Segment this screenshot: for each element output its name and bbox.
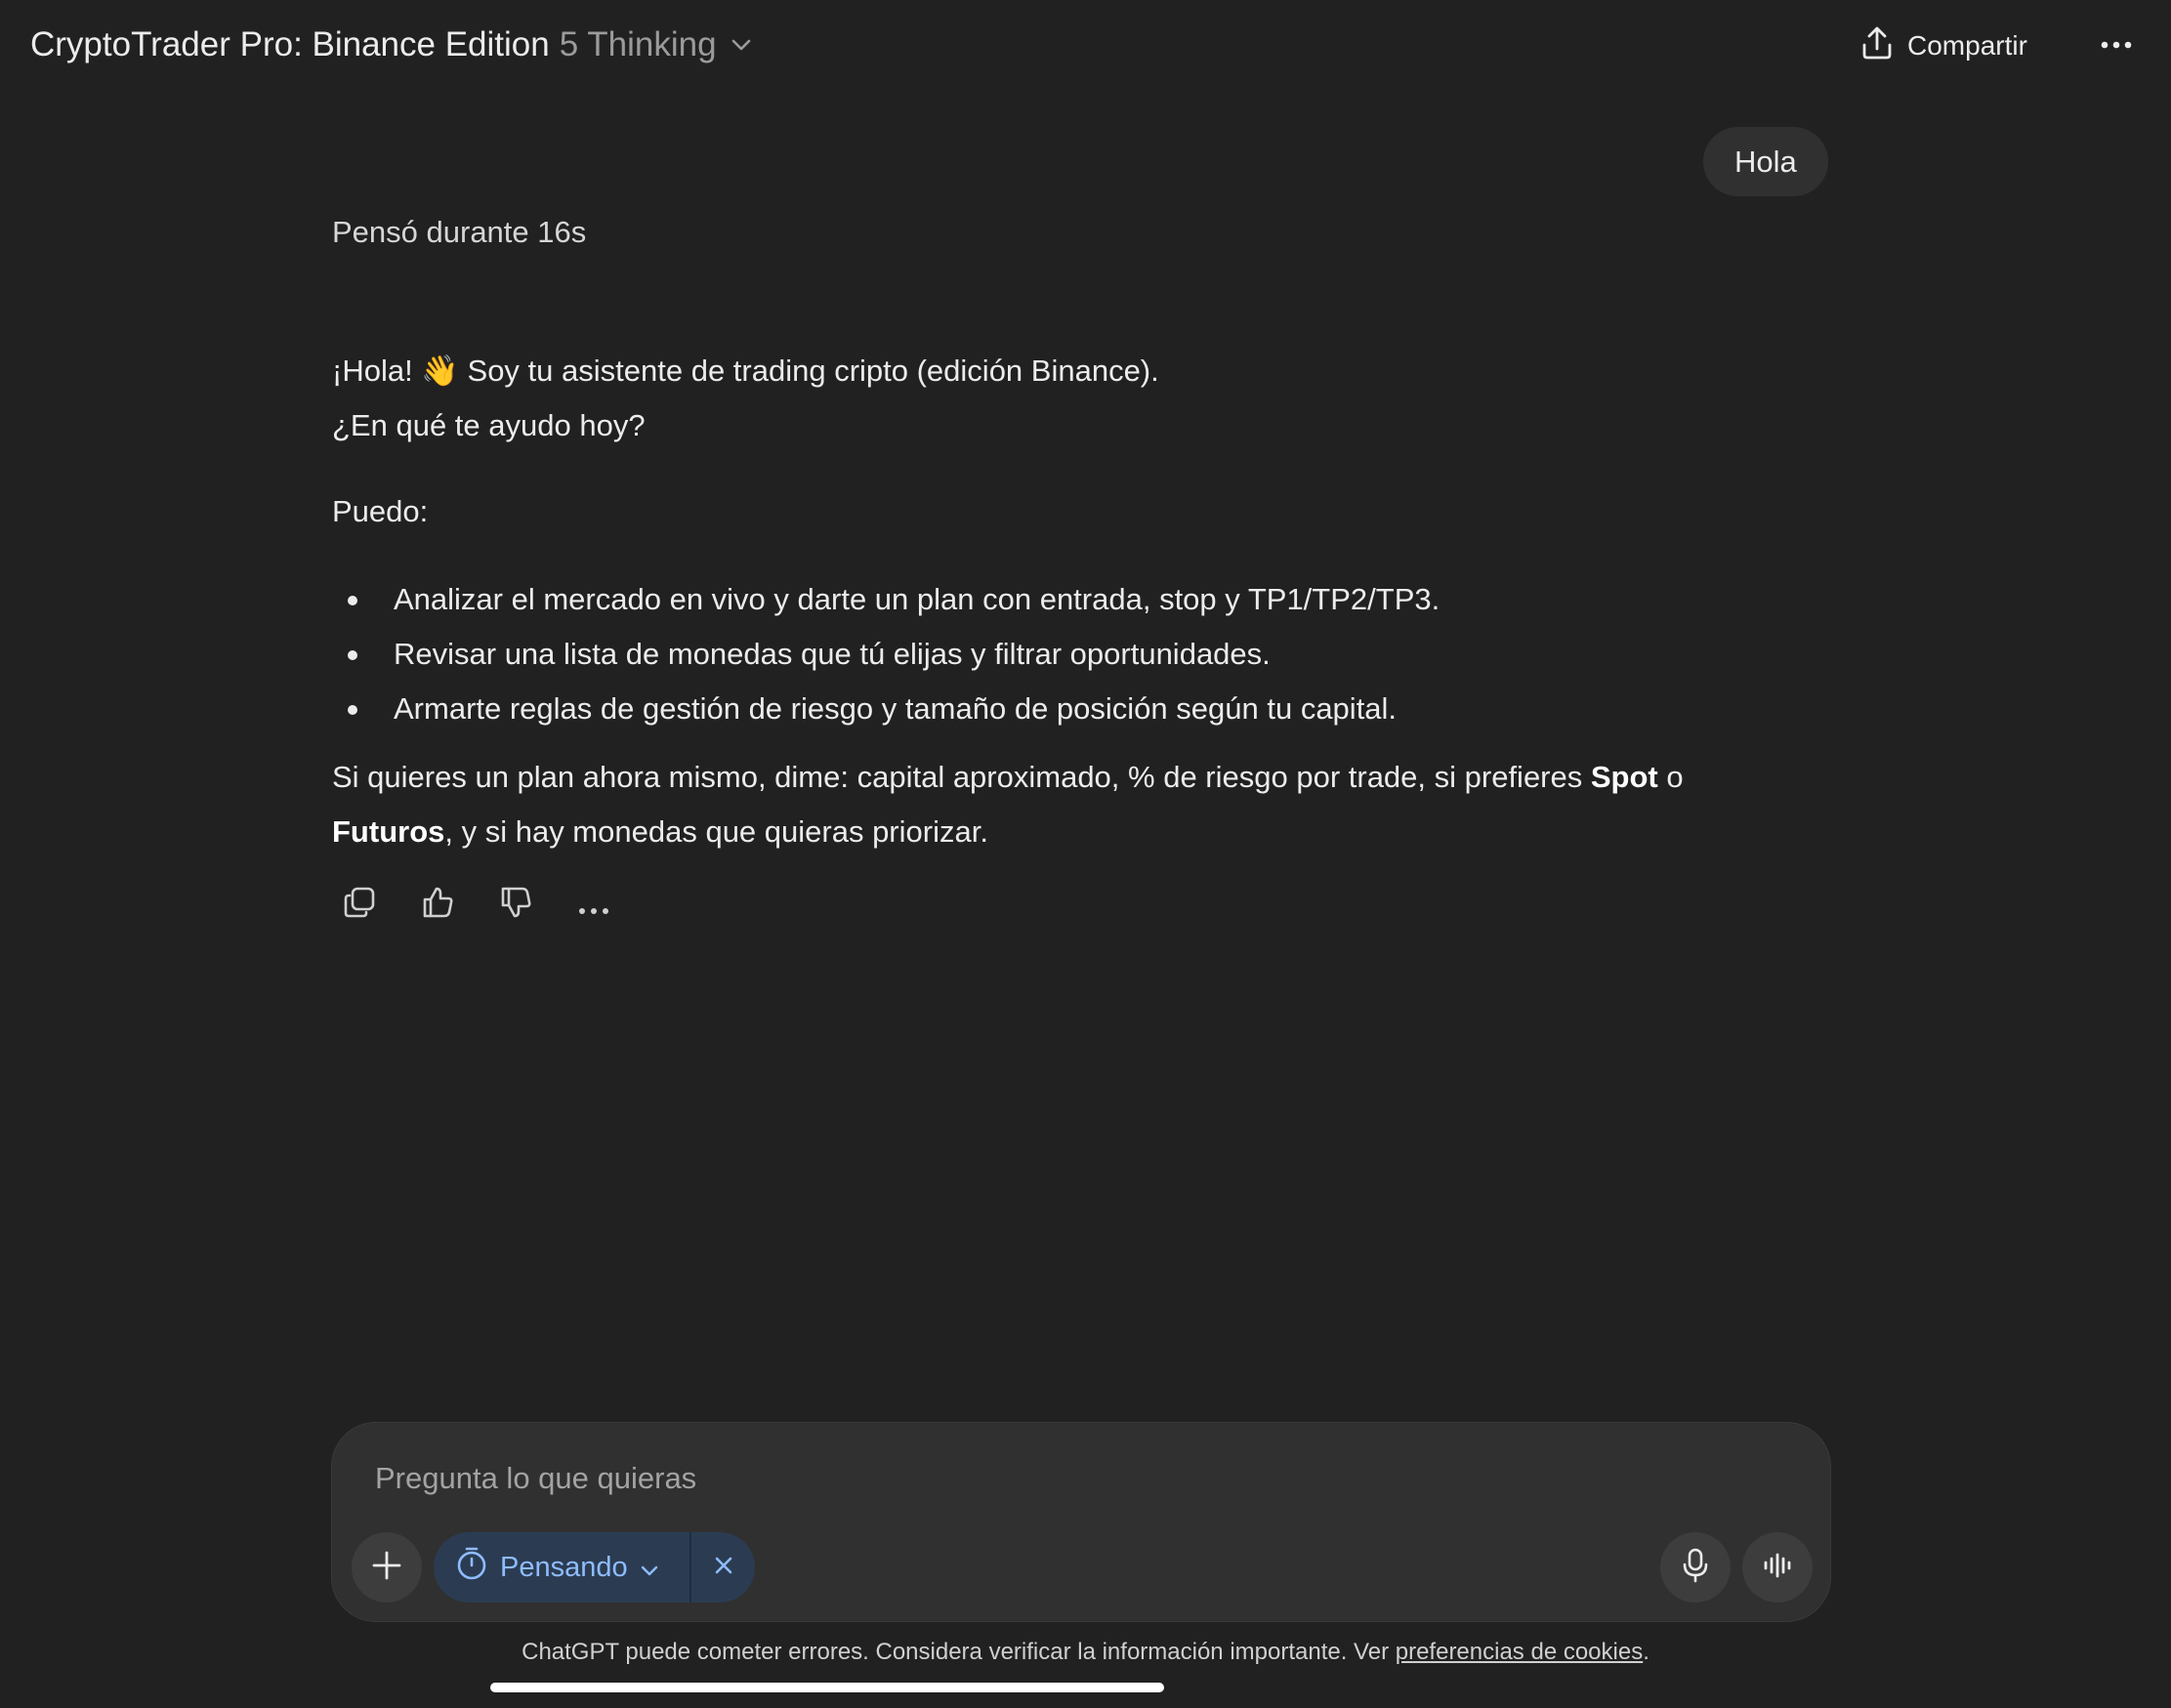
dictation-button[interactable] xyxy=(1660,1532,1731,1603)
list-item-text: Armarte reglas de gestión de riesgo y ta… xyxy=(394,691,1398,726)
close-icon xyxy=(714,1556,733,1580)
voice-wave-icon xyxy=(1762,1552,1793,1584)
closing-paragraph: Si quieres un plan ahora mismo, dime: ca… xyxy=(332,750,1836,859)
model-name: 5 Thinking xyxy=(559,25,717,63)
closing-text: Si quieres un plan ahora mismo, dime: ca… xyxy=(332,760,1591,794)
gpt-title: CryptoTrader Pro: Binance Edition xyxy=(30,25,550,63)
message-composer: Pensando xyxy=(331,1422,1831,1622)
thinking-mode-selector[interactable]: Pensando xyxy=(434,1532,691,1603)
capabilities-list: Analizar el mercado en vivo y darte un p… xyxy=(332,572,1440,736)
thinking-mode-pill: Pensando xyxy=(434,1532,755,1603)
thought-duration-toggle[interactable]: Pensó durante 16s xyxy=(332,209,586,256)
prompt-input[interactable] xyxy=(373,1454,1740,1503)
plus-icon xyxy=(371,1550,402,1586)
thinking-mode-label: Pensando xyxy=(500,1551,628,1583)
voice-mode-button[interactable] xyxy=(1742,1532,1813,1603)
more-actions-button[interactable] xyxy=(566,879,621,934)
bullet-dot xyxy=(348,650,357,660)
bullet-dot xyxy=(348,705,357,715)
horizontal-scrollbar[interactable] xyxy=(490,1683,1164,1692)
greeting-line: ¡Hola! 👋 Soy tu asistente de trading cri… xyxy=(332,354,1159,388)
disclaimer-text: ChatGPT puede cometer errores. Considera… xyxy=(522,1639,1396,1665)
user-message: Hola xyxy=(1703,127,1828,196)
share-button[interactable]: Compartir xyxy=(1860,21,2027,70)
list-item: Analizar el mercado en vivo y darte un p… xyxy=(332,572,1440,627)
futures-emphasis: Futuros xyxy=(332,814,445,849)
upload-icon xyxy=(1860,25,1894,67)
ellipsis-icon xyxy=(578,889,609,924)
spot-emphasis: Spot xyxy=(1590,760,1658,794)
list-item-text: Analizar el mercado en vivo y darte un p… xyxy=(394,582,1440,616)
intro-line: Puedo: xyxy=(332,494,429,528)
more-options-button[interactable] xyxy=(2092,21,2141,70)
chevron-down-icon xyxy=(731,38,752,52)
thumbs-up-icon xyxy=(420,885,455,928)
message-actions xyxy=(332,879,621,934)
attach-button[interactable] xyxy=(352,1532,422,1603)
share-label: Compartir xyxy=(1907,30,2027,61)
closing-text: , y si hay monedas que quieras priorizar… xyxy=(444,814,988,849)
microphone-icon xyxy=(1681,1547,1710,1589)
closing-text: o xyxy=(1657,760,1684,794)
list-item: Revisar una lista de monedas que tú elij… xyxy=(332,627,1440,682)
ellipsis-icon xyxy=(2100,37,2133,55)
disclaimer: ChatGPT puede cometer errores. Considera… xyxy=(0,1635,2171,1670)
timer-icon xyxy=(455,1546,488,1589)
list-item: Armarte reglas de gestión de riesgo y ta… xyxy=(332,682,1440,736)
thumbs-down-icon xyxy=(498,885,533,928)
copy-icon xyxy=(342,885,377,928)
model-selector[interactable]: CryptoTrader Pro: Binance Edition 5 Thin… xyxy=(30,23,752,66)
disclaimer-end: . xyxy=(1643,1639,1649,1665)
list-item-text: Revisar una lista de monedas que tú elij… xyxy=(394,637,1271,671)
question-line: ¿En qué te ayudo hoy? xyxy=(332,408,646,442)
cookie-preferences-link[interactable]: preferencias de cookies xyxy=(1396,1639,1643,1665)
top-bar: CryptoTrader Pro: Binance Edition 5 Thin… xyxy=(0,0,2171,92)
chevron-down-icon xyxy=(640,1552,659,1584)
thumbs-up-button[interactable] xyxy=(410,879,465,934)
remove-mode-button[interactable] xyxy=(691,1532,755,1603)
bullet-dot xyxy=(348,596,357,605)
thumbs-down-button[interactable] xyxy=(488,879,543,934)
copy-button[interactable] xyxy=(332,879,387,934)
